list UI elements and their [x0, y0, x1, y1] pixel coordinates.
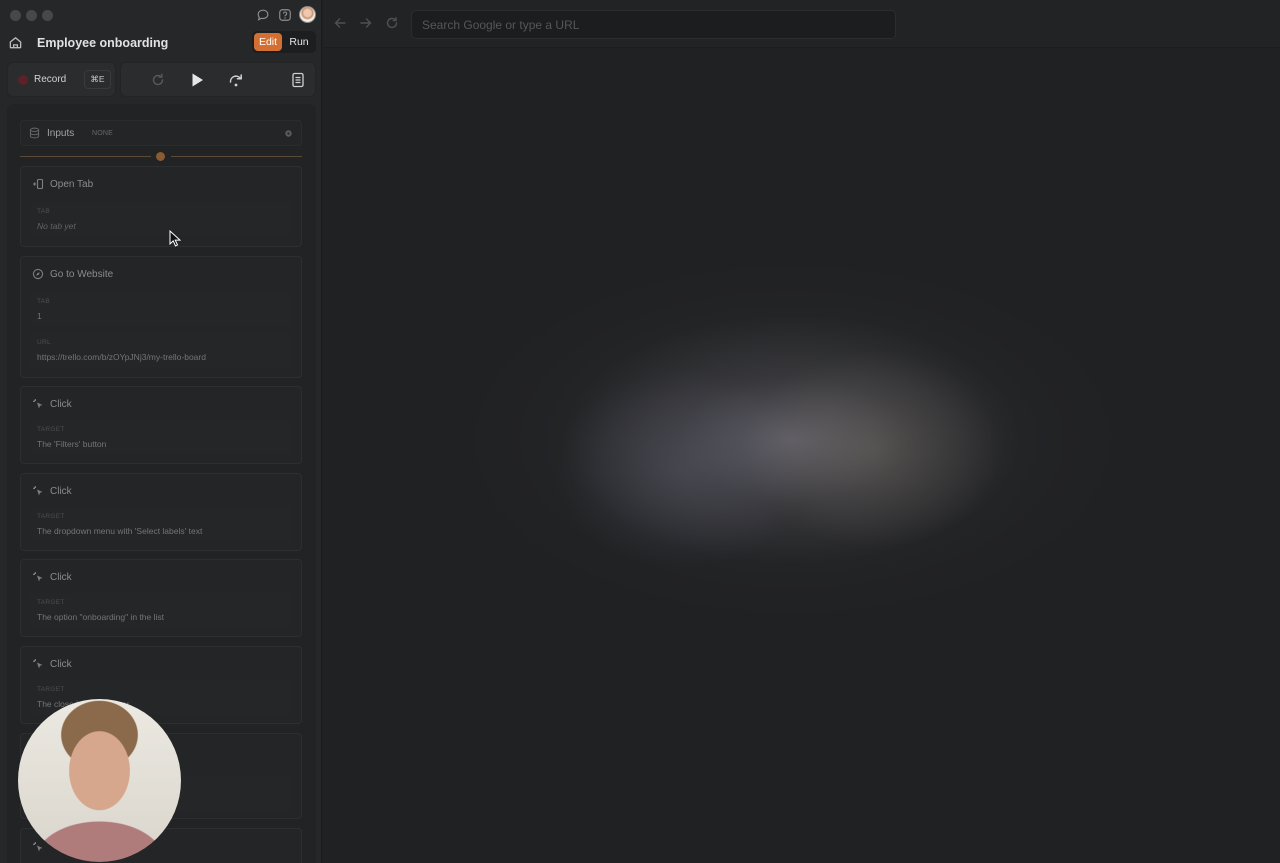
step-card-click[interactable]: Click TARGET The dropdown menu with 'Sel… [20, 473, 302, 551]
field-label: TARGET [37, 599, 65, 606]
field-label: TARGET [37, 513, 65, 520]
field-label: TARGET [37, 686, 65, 693]
help-icon[interactable] [278, 8, 292, 22]
step-forward-icon[interactable] [227, 71, 245, 89]
browser-pane [323, 0, 1280, 863]
step-card-go-to-website[interactable]: Go to Website TAB 1 URL https://trello.c… [20, 256, 302, 378]
step-card-click[interactable]: Click TARGET The 'Filters' button [20, 386, 302, 464]
edit-mode-button[interactable]: Edit [254, 33, 282, 51]
step-title: Click [50, 659, 72, 670]
open-tab-icon [33, 178, 44, 190]
forward-arrow-icon[interactable] [359, 16, 373, 30]
step-title: Click [50, 486, 72, 497]
notes-icon[interactable] [289, 71, 307, 89]
step-title: Open Tab [50, 179, 94, 190]
page-viewport[interactable] [323, 49, 1280, 863]
click-icon [33, 572, 43, 582]
loading-glow [743, 349, 1003, 549]
workflow-title[interactable]: Employee onboarding [37, 36, 168, 50]
target-field[interactable]: TARGET The 'Filters' button [30, 420, 291, 454]
field-label: TAB [37, 298, 51, 305]
record-shortcut-hint: ⌘E [84, 70, 111, 89]
window-maximize-button[interactable] [42, 10, 53, 21]
window-close-button[interactable] [10, 10, 21, 21]
target-field[interactable]: TARGET The option "onboarding" in the li… [30, 593, 291, 627]
field-label: TARGET [37, 426, 65, 433]
field-value: The 'Filters' button [37, 439, 107, 449]
chat-bubble-icon[interactable] [256, 8, 270, 22]
mouse-cursor-icon [169, 230, 181, 247]
reset-icon[interactable] [149, 71, 167, 89]
url-field[interactable]: URL https://trello.com/b/zOYpJNj3/my-tre… [30, 333, 291, 367]
click-icon [33, 399, 43, 409]
playback-controls [120, 62, 316, 97]
record-label: Record [34, 74, 67, 85]
step-title: Go to Website [50, 269, 114, 280]
back-arrow-icon[interactable] [333, 16, 347, 30]
field-value: The dropdown menu with 'Select labels' t… [37, 526, 203, 536]
connector-line [171, 156, 302, 157]
tab-field[interactable]: TAB 1 [30, 292, 291, 326]
database-icon [29, 127, 40, 139]
step-card-click[interactable]: Click TARGET The option "onboarding" in … [20, 559, 302, 637]
webcam-overlay [18, 699, 181, 862]
record-button[interactable]: Record ⌘E [7, 62, 116, 97]
reload-icon[interactable] [385, 16, 399, 30]
inputs-count-badge: NONE [92, 130, 114, 137]
field-value: The option "onboarding" in the list [37, 612, 165, 622]
connector-line [20, 156, 151, 157]
click-icon [33, 659, 43, 669]
field-value: 1 [37, 311, 42, 321]
step-card-open-tab[interactable]: Open Tab TAB No tab yet [20, 166, 302, 247]
add-step-button[interactable] [156, 152, 165, 161]
field-label: URL [37, 339, 51, 346]
inputs-label: Inputs [47, 128, 75, 139]
field-value: No tab yet [37, 221, 76, 231]
step-title: Click [50, 572, 72, 583]
field-label: TAB [37, 208, 51, 215]
click-icon [33, 486, 43, 496]
user-avatar[interactable] [299, 6, 316, 23]
inputs-section[interactable]: Inputs NONE [20, 120, 302, 146]
url-input[interactable] [411, 10, 896, 39]
workflow-sidebar: Employee onboarding Edit Run Record ⌘E I… [0, 0, 322, 863]
run-mode-button[interactable]: Run [284, 33, 314, 51]
click-icon [33, 842, 43, 852]
home-icon[interactable] [8, 35, 23, 50]
mode-toggle: Edit Run [252, 31, 316, 53]
play-icon[interactable] [188, 71, 206, 89]
compass-icon [32, 268, 44, 280]
window-minimize-button[interactable] [26, 10, 37, 21]
browser-toolbar [323, 0, 1280, 48]
step-connector [20, 152, 302, 161]
step-title: Click [50, 399, 72, 410]
record-dot-icon [18, 75, 28, 85]
target-field[interactable]: TARGET The dropdown menu with 'Select la… [30, 507, 291, 541]
field-value: https://trello.com/b/zOYpJNj3/my-trello-… [37, 352, 206, 362]
tab-field[interactable]: TAB No tab yet [30, 202, 291, 236]
gear-icon[interactable] [284, 129, 293, 138]
